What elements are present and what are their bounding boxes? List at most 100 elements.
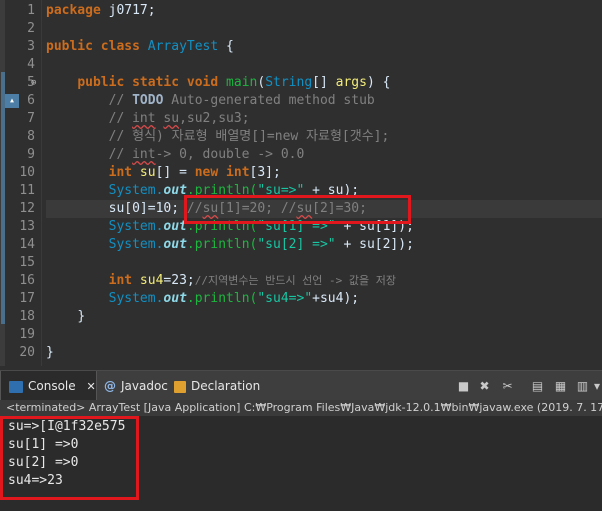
code-line-8: // 형식) 자료형 배열명[]=new 자료형[갯수]; (46, 128, 390, 146)
param: args (335, 75, 367, 90)
view-menu-icon[interactable]: ▾ (592, 379, 602, 393)
var: su (132, 165, 156, 180)
remove-all-terminated-icon[interactable]: ✂ (500, 379, 515, 393)
comment: // 형식) 자료형 배열명[]=new 자료형[갯수]; (108, 129, 390, 144)
eclipse-window: 1 2 3 4 5 6 7 8 9 10 11 12 13 14 15 16 17 18 19 20 ⊖ ▴ pack… (0, 0, 602, 511)
comment: Auto-generated method stub (163, 93, 375, 108)
method-name: main (226, 75, 258, 90)
console-icon (9, 380, 23, 393)
txt: ) { (366, 75, 391, 90)
line-number: 10 (19, 165, 35, 180)
remove-launch-icon[interactable]: ✖ (477, 379, 492, 393)
line-number: 19 (19, 327, 35, 342)
method-call: .println( (186, 237, 258, 252)
txt: j0717; (100, 3, 156, 18)
class-ref: System. (108, 219, 164, 234)
comment-spelling: su (163, 111, 180, 126)
kw: void (186, 75, 219, 90)
close-icon[interactable]: ✕ (86, 380, 95, 393)
console-output[interactable]: su=>[I@1f32e575 su[1] =>0 su[2] =>0 su4=… (0, 416, 602, 511)
todo-tag: TODO (132, 93, 164, 108)
line-number: 11 (19, 183, 35, 198)
txt: } (77, 309, 86, 324)
comment: -> 0, double -> 0.0 (155, 147, 305, 162)
terminate-icon[interactable]: ■ (456, 379, 471, 393)
word-wrap-icon[interactable]: ▥ (575, 379, 590, 393)
kw: static (132, 75, 180, 90)
class-ref: System. (108, 183, 164, 198)
kw: class (100, 39, 140, 54)
line-number: 16 (19, 273, 35, 288)
code-editor[interactable]: 1 2 3 4 5 6 7 8 9 10 11 12 13 14 15 16 17 18 19 20 ⊖ ▴ pack… (0, 0, 602, 366)
txt: [3]; (249, 165, 281, 180)
code-line-18: } (46, 308, 85, 326)
kw: int (108, 165, 133, 180)
kw: int (108, 273, 133, 288)
clear-console-icon[interactable]: ▤ (530, 379, 545, 393)
bottom-panel-tabbar: Console ✕ @ Javadoc Declaration ■ ✖ ✂ ▤ ▦… (0, 370, 602, 401)
comment: //지역변수는 반드시 선언 -> 값을 저장 (194, 274, 397, 287)
tab-declaration[interactable]: Declaration (174, 371, 264, 401)
code-line-3: public class ArrayTest { (46, 38, 234, 56)
tab-label: Declaration (191, 379, 261, 393)
txt: =23; (163, 273, 195, 288)
line-number: 7 (27, 111, 35, 126)
line-number: 1 (27, 3, 35, 18)
comment: ,su2,su3; (179, 111, 250, 126)
line-number: 9 (27, 147, 35, 162)
static-field: out (163, 291, 187, 306)
code-line-10: int su[] = new int[3]; (46, 164, 281, 182)
code-line-5: public static void main(String[] args) { (46, 74, 390, 92)
txt: [] (312, 75, 336, 90)
console-status-line: <terminated> ArrayTest [Java Application… (0, 400, 602, 416)
code-line-14: System.out.println("su[2] =>" + su[2]); (46, 236, 414, 254)
code-line-20: } (46, 344, 54, 362)
string: "su[2] =>" (257, 237, 336, 252)
txt (218, 165, 226, 180)
tab-console[interactable]: Console ✕ (0, 371, 97, 401)
line-number: 18 (19, 309, 35, 324)
code-line-9: // int-> 0, double -> 0.0 (46, 146, 305, 164)
var: su4 (132, 273, 164, 288)
kw: int (226, 165, 250, 180)
highlight-annotation-box (184, 195, 411, 224)
line-number-gutter: 1 2 3 4 5 6 7 8 9 10 11 12 13 14 15 16 17 18 19 20 (5, 0, 42, 366)
comment: // (108, 111, 133, 126)
class-ref: System. (108, 237, 164, 252)
kw: package (46, 3, 101, 18)
comment-spelling: int (132, 111, 156, 126)
line-number: 13 (19, 219, 35, 234)
code-line-7: // int su,su2,su3; (46, 110, 250, 128)
tab-javadoc[interactable]: @ Javadoc (104, 371, 170, 401)
txt: +su4); (312, 291, 360, 306)
static-field: out (163, 237, 187, 252)
declaration-icon (174, 380, 186, 393)
line-number: 12 (19, 201, 35, 216)
kw: public (46, 39, 93, 54)
kw: new (194, 165, 219, 180)
txt: + su[2]); (335, 237, 414, 252)
fold-collapse-icon[interactable]: ⊖ (31, 74, 36, 92)
comment-spelling: int (132, 147, 156, 162)
txt: } (46, 345, 54, 360)
kw: public (77, 75, 125, 90)
code-line-17: System.out.println("su4=>"+su4); (46, 290, 360, 308)
line-number: 4 (27, 57, 35, 72)
line-number: 2 (27, 21, 35, 36)
txt: ( (257, 75, 266, 90)
code-line-16: int su4=23;//지역변수는 반드시 선언 -> 값을 저장 (46, 272, 396, 290)
line-number: 8 (27, 129, 35, 144)
line-number: 20 (19, 345, 35, 360)
scroll-lock-icon[interactable]: ▦ (553, 379, 568, 393)
javadoc-icon: @ (104, 379, 116, 393)
line-number: 3 (27, 39, 35, 54)
tab-label: Console (28, 379, 76, 393)
comment: // (108, 93, 133, 108)
line-number: 14 (19, 237, 35, 252)
comment: // (108, 147, 133, 162)
tab-label: Javadoc (121, 379, 168, 393)
class-ref: System. (108, 291, 164, 306)
highlight-annotation-box (0, 416, 139, 500)
line-number: 17 (19, 291, 35, 306)
class-name: ArrayTest (147, 39, 219, 54)
